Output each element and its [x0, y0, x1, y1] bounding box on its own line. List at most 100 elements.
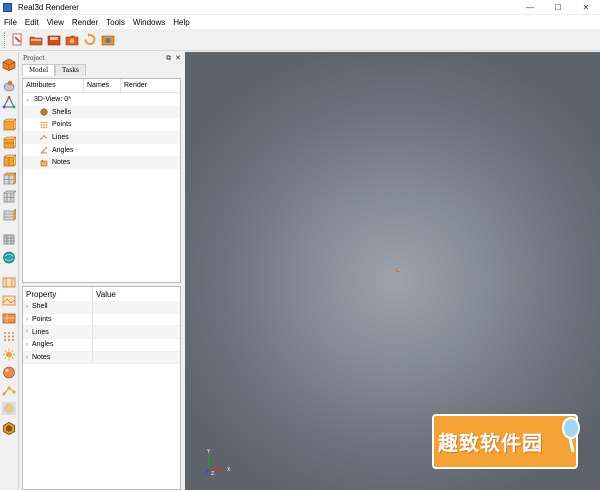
- tree-item-label: Points: [52, 121, 72, 129]
- magnifier-icon: [562, 417, 580, 453]
- expand-chevron-icon[interactable]: ⌄: [25, 96, 30, 103]
- cube-array-icon[interactable]: [2, 190, 16, 203]
- dots-icon[interactable]: [2, 330, 16, 343]
- cube-grid-icon[interactable]: [2, 172, 16, 185]
- minimize-button[interactable]: —: [516, 0, 544, 14]
- globe-icon[interactable]: [2, 251, 16, 264]
- app-icon: [3, 2, 12, 12]
- axis-label-y: Y: [206, 449, 211, 455]
- refresh-icon[interactable]: [82, 33, 97, 47]
- menu-windows[interactable]: Windows: [129, 18, 169, 27]
- cube-orange-icon[interactable]: [2, 118, 16, 131]
- property-row-notes[interactable]: › Notes: [23, 351, 180, 365]
- axis-label-x: X: [227, 467, 231, 473]
- angles-icon: [40, 146, 48, 154]
- left-toolbar: [0, 52, 19, 490]
- column-names[interactable]: Names: [84, 78, 121, 93]
- gradient-sphere-icon[interactable]: [2, 402, 16, 415]
- cube-slices-icon[interactable]: [2, 208, 16, 221]
- notes-icon: [40, 159, 48, 167]
- float-panel-button[interactable]: ⧉: [166, 54, 171, 63]
- project-panel-header: Project ⧉ ✕: [20, 52, 184, 64]
- property-label: Points: [32, 316, 52, 324]
- column-attributes[interactable]: Attributes: [23, 78, 84, 93]
- menu-bar: File Edit View Render Tools Windows Help: [0, 15, 600, 29]
- render-icon[interactable]: [100, 33, 115, 47]
- property-row-points[interactable]: › Points: [23, 313, 180, 327]
- chevron-right-icon[interactable]: ›: [26, 329, 28, 335]
- texture-icon[interactable]: [2, 312, 16, 325]
- tree-item-points[interactable]: Points: [23, 118, 180, 131]
- property-grid-header: Property Value: [23, 287, 180, 301]
- menu-edit[interactable]: Edit: [21, 18, 43, 27]
- new-scene-icon[interactable]: [10, 33, 25, 47]
- property-label: Lines: [32, 328, 49, 336]
- chevron-right-icon[interactable]: ›: [26, 355, 28, 361]
- property-label: Notes: [32, 354, 51, 362]
- project-panel-title: Project: [23, 54, 45, 62]
- chevron-right-icon[interactable]: ›: [26, 342, 28, 348]
- origin-marker: [396, 268, 400, 272]
- tree-item-notes[interactable]: Notes: [23, 156, 180, 170]
- axes-icon[interactable]: [2, 96, 16, 109]
- hexagon-icon[interactable]: [2, 422, 16, 435]
- tree-root[interactable]: ⌄ 3D-View: 0*: [23, 93, 180, 106]
- menu-tools[interactable]: Tools: [102, 18, 129, 27]
- frame-icon[interactable]: [2, 276, 16, 289]
- sun-icon[interactable]: [2, 348, 16, 361]
- tab-tasks[interactable]: Tasks: [55, 64, 86, 76]
- cube-stack-icon[interactable]: [2, 136, 16, 149]
- box-icon[interactable]: [2, 58, 16, 71]
- model-tree: Attributes Names Render ⌄ 3D-View: 0* Sh…: [22, 78, 181, 283]
- close-panel-button[interactable]: ✕: [175, 54, 181, 63]
- chevron-right-icon[interactable]: ›: [26, 304, 28, 310]
- axis-label-z: Z: [211, 471, 215, 475]
- cube-wire-icon[interactable]: [2, 232, 16, 245]
- cube-layer-icon[interactable]: [2, 154, 16, 167]
- panel-header-controls: ⧉ ✕: [166, 54, 181, 63]
- property-label: Shell: [32, 303, 48, 311]
- tree-item-label: Angles: [52, 146, 74, 154]
- shell-icon: [40, 108, 48, 116]
- points-icon: [40, 121, 48, 129]
- 3d-viewport[interactable]: Y X Z 趣致软件园: [185, 52, 600, 490]
- tree-header: Attributes Names Render: [23, 78, 180, 93]
- column-value[interactable]: Value: [93, 290, 116, 299]
- tree-item-label: Shells: [52, 108, 72, 116]
- menu-render[interactable]: Render: [68, 18, 102, 27]
- menu-file[interactable]: File: [0, 18, 21, 27]
- save-icon[interactable]: [46, 33, 61, 47]
- lines-icon: [40, 135, 48, 141]
- mesh-icon[interactable]: [2, 79, 16, 92]
- tree-item-angles[interactable]: Angles: [23, 144, 180, 157]
- close-button[interactable]: ✕: [572, 0, 600, 14]
- maximize-button[interactable]: ☐: [544, 0, 572, 14]
- property-grid: Property Value › Shell › Points › Lines › An…: [22, 286, 181, 490]
- property-row-angles[interactable]: › Angles: [23, 339, 180, 352]
- property-label: Angles: [32, 341, 54, 349]
- sphere-icon[interactable]: [2, 366, 16, 379]
- nodes-icon[interactable]: [2, 384, 16, 397]
- axis-gizmo: Y X Z: [205, 449, 231, 475]
- column-property[interactable]: Property: [23, 287, 93, 301]
- watermark-logo: 趣致软件园: [432, 414, 580, 469]
- project-tabs: Model Tasks: [22, 64, 184, 76]
- menu-view[interactable]: View: [43, 18, 68, 27]
- window-title: Real3d Renderer: [18, 2, 79, 12]
- menu-help[interactable]: Help: [169, 18, 193, 27]
- main-toolbar: [0, 29, 600, 51]
- property-row-lines[interactable]: › Lines: [23, 326, 180, 340]
- image-icon[interactable]: [2, 294, 16, 307]
- tree-item-label: Notes: [52, 159, 71, 167]
- tab-model[interactable]: Model: [22, 64, 56, 76]
- open-folder-icon[interactable]: [28, 33, 43, 47]
- property-row-shell[interactable]: › Shell: [23, 301, 180, 314]
- project-panel: Project ⧉ ✕ Model Tasks Attributes Names…: [20, 52, 184, 490]
- tree-item-shells[interactable]: Shells: [23, 105, 180, 119]
- camera-icon[interactable]: [64, 33, 79, 47]
- column-render[interactable]: Render: [121, 79, 180, 93]
- toolbar-grip: [4, 31, 7, 48]
- chevron-right-icon[interactable]: ›: [26, 317, 28, 323]
- tree-root-label: 3D-View: 0*: [34, 95, 71, 103]
- tree-item-lines[interactable]: Lines: [23, 131, 180, 144]
